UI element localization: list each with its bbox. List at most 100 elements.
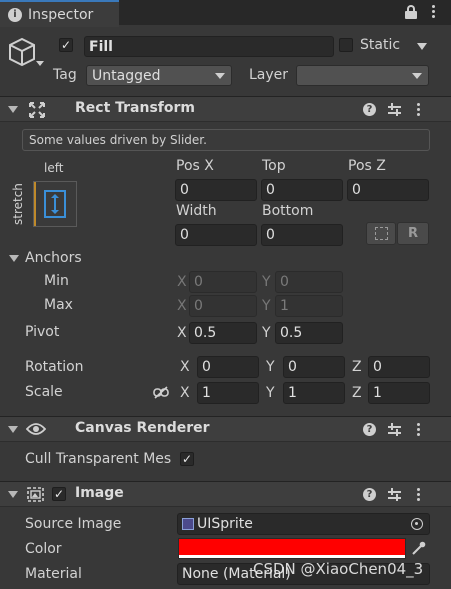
max-x-field: 0 — [189, 295, 257, 317]
component-menu-icon[interactable] — [417, 488, 420, 501]
anchor-horizontal-label: left — [44, 161, 64, 175]
top-field[interactable]: 0 — [261, 179, 343, 201]
scale-y-field[interactable]: 1 — [283, 382, 345, 404]
scale-x-field[interactable]: 1 — [197, 382, 259, 404]
image-title: Image — [75, 485, 124, 501]
help-icon[interactable]: ? — [363, 488, 376, 501]
rot-x-field[interactable]: 0 — [197, 356, 259, 378]
foldout-arrow-icon[interactable] — [8, 426, 18, 433]
presets-icon[interactable] — [388, 423, 401, 436]
pos-z-field[interactable]: 0 — [347, 179, 429, 201]
component-menu-icon[interactable] — [417, 103, 420, 116]
rot-y-field[interactable]: 0 — [283, 356, 345, 378]
watermark: CSDN @XiaoChen04_3 — [253, 560, 424, 578]
max-x-label: X — [177, 298, 187, 314]
rotation-label: Rotation — [25, 359, 84, 375]
cull-transparent-label: Cull Transparent Mes — [25, 451, 172, 467]
rect-transform-title: Rect Transform — [75, 100, 196, 116]
chevron-down-icon — [215, 73, 225, 79]
sprite-icon — [182, 518, 194, 530]
scale-z-field[interactable]: 1 — [368, 382, 430, 404]
driven-info-box: Some values driven by Slider. — [22, 129, 430, 151]
presets-icon[interactable] — [388, 488, 401, 501]
anchor-presets-button[interactable] — [33, 181, 77, 227]
bottom-label: Bottom — [262, 203, 314, 219]
foldout-arrow-icon[interactable] — [8, 491, 18, 498]
presets-icon[interactable] — [388, 103, 401, 116]
eyedropper-icon[interactable] — [410, 540, 427, 557]
image-header[interactable]: ✓ Image ? — [0, 481, 451, 507]
active-checkbox[interactable]: ✓ — [59, 38, 73, 52]
width-label: Width — [176, 203, 217, 219]
width-field[interactable]: 0 — [175, 224, 257, 246]
blueprint-icon — [374, 227, 388, 240]
layer-dropdown[interactable] — [296, 65, 429, 86]
inspector-window: i Inspector ✓ Fill Static Tag Untagged L… — [0, 0, 451, 589]
color-label: Color — [25, 541, 62, 557]
max-y-field: 1 — [275, 295, 343, 317]
scale-z-label: Z — [352, 385, 362, 401]
foldout-arrow-icon[interactable] — [8, 106, 18, 113]
help-icon[interactable]: ? — [363, 423, 376, 436]
min-x-field: 0 — [189, 271, 257, 293]
source-image-label: Source Image — [25, 516, 122, 532]
canvas-renderer-header[interactable]: Canvas Renderer ? — [0, 416, 451, 442]
chevron-down-icon — [412, 73, 422, 79]
gameobject-icon[interactable] — [8, 37, 44, 69]
source-image-field[interactable]: UISprite — [177, 513, 430, 535]
pivot-x-field[interactable]: 0.5 — [189, 322, 257, 344]
canvas-renderer-title: Canvas Renderer — [75, 420, 210, 436]
pos-z-label: Pos Z — [348, 158, 386, 174]
rect-transform-header[interactable]: Rect Transform ? — [0, 96, 451, 122]
eye-icon — [25, 422, 47, 436]
min-x-label: X — [177, 274, 187, 290]
anchor-stretch-icon — [44, 190, 66, 218]
tag-dropdown[interactable]: Untagged — [86, 65, 232, 86]
lock-icon[interactable] — [405, 5, 417, 19]
tab-title: Inspector — [28, 6, 94, 23]
scale-x-label: X — [180, 385, 190, 401]
tab-bar: i Inspector — [0, 0, 451, 27]
max-label: Max — [44, 297, 73, 313]
layer-label: Layer — [249, 67, 289, 83]
cull-transparent-checkbox[interactable]: ✓ — [180, 452, 194, 466]
static-label: Static — [360, 37, 401, 53]
max-y-label: Y — [262, 298, 271, 314]
rot-z-label: Z — [352, 359, 362, 375]
image-enabled-checkbox[interactable]: ✓ — [52, 487, 66, 501]
image-component-icon — [27, 487, 44, 502]
pos-x-field[interactable]: 0 — [175, 179, 257, 201]
tab-inspector[interactable]: i Inspector — [0, 0, 119, 27]
anchor-vertical-label: stretch — [11, 183, 25, 225]
rot-x-label: X — [180, 359, 190, 375]
tag-label: Tag — [53, 67, 77, 83]
object-picker-icon[interactable] — [411, 518, 423, 530]
bottom-field[interactable]: 0 — [261, 224, 343, 246]
static-dropdown-arrow[interactable] — [417, 43, 427, 50]
color-swatch[interactable] — [178, 538, 406, 559]
blueprint-mode-button[interactable] — [366, 222, 396, 245]
rot-y-label: Y — [266, 359, 275, 375]
anchors-label: Anchors — [25, 250, 82, 266]
help-icon[interactable]: ? — [363, 103, 376, 116]
pivot-y-label: Y — [262, 325, 271, 341]
scale-label: Scale — [25, 384, 63, 400]
min-label: Min — [44, 273, 69, 289]
static-checkbox[interactable] — [339, 38, 353, 52]
rect-transform-icon — [29, 102, 45, 118]
raw-edit-button[interactable]: R — [397, 222, 429, 245]
material-label: Material — [25, 566, 82, 582]
pos-x-label: Pos X — [176, 158, 214, 174]
tab-menu-icon[interactable] — [432, 5, 435, 18]
constrain-proportions-icon[interactable] — [153, 386, 169, 399]
pivot-x-label: X — [177, 325, 187, 341]
component-menu-icon[interactable] — [417, 423, 420, 436]
pivot-y-field[interactable]: 0.5 — [275, 322, 343, 344]
anchors-foldout-icon[interactable] — [9, 255, 19, 262]
top-label: Top — [262, 158, 286, 174]
scale-y-label: Y — [266, 385, 275, 401]
object-name-field[interactable]: Fill — [84, 36, 334, 57]
pivot-label: Pivot — [25, 324, 60, 340]
rot-z-field[interactable]: 0 — [368, 356, 430, 378]
min-y-field: 0 — [275, 271, 343, 293]
